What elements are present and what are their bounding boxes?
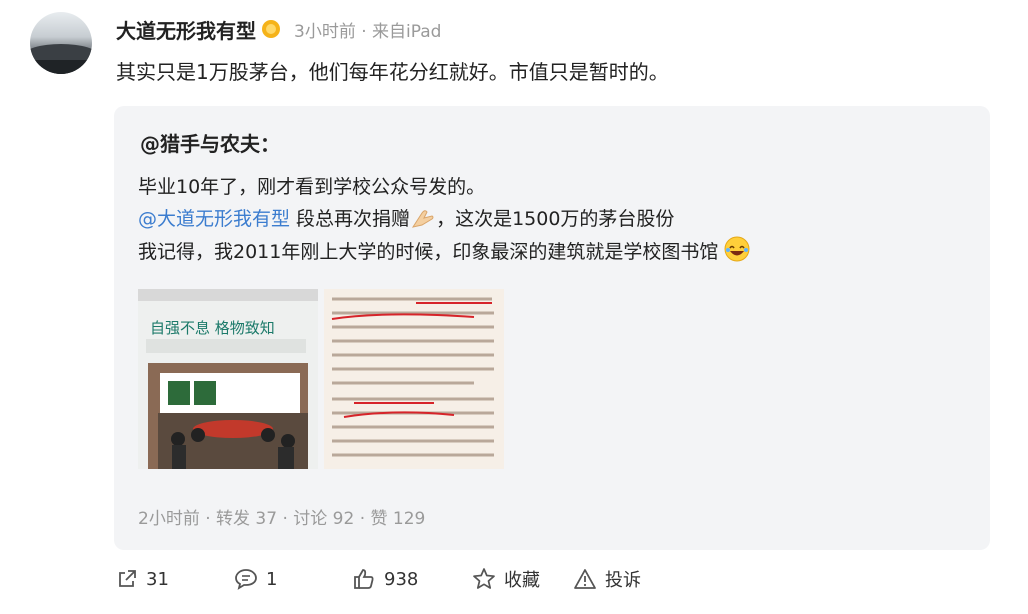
thumbs-up-icon (354, 569, 374, 589)
image-thumbnail-2[interactable] (324, 289, 504, 469)
post-header: 大道无形我有型 3小时前 · 来自iPad (116, 14, 441, 44)
repost-line-3: 我记得，我2011年刚上大学的时候，印象最深的建筑就是学校图书馆 (138, 236, 750, 267)
verified-badge-icon (262, 20, 280, 38)
repost-card[interactable]: @猎手与农夫： 毕业10年了，刚才看到学校公众号发的。 @大道无形我有型 段总再… (114, 106, 990, 550)
post-text: 其实只是1万股茅台，他们每年花分红就好。市值只是暂时的。 (116, 60, 669, 84)
avatar[interactable] (30, 12, 92, 74)
post-meta: 3小时前 · 来自iPad (294, 21, 442, 42)
warning-icon (574, 569, 596, 589)
star-icon (473, 568, 495, 589)
line2-tail: ，这次是1500万的茅台股份 (436, 208, 675, 230)
action-bar: 31 1 938 收藏 投诉 (116, 566, 671, 592)
comment-icon (235, 569, 257, 590)
mention-link[interactable]: @大道无形我有型 (138, 208, 290, 230)
laughing-emoji-icon (724, 236, 750, 267)
share-count: 31 (146, 568, 169, 590)
image-thumbnail-1[interactable]: 自强不息 格物致知 (138, 289, 318, 469)
share-button[interactable]: 31 (116, 568, 206, 590)
author-name[interactable]: 大道无形我有型 (116, 15, 256, 44)
comment-count: 1 (266, 568, 278, 590)
original-author[interactable]: @猎手与农夫： (140, 128, 280, 157)
comment-button[interactable]: 1 (234, 568, 324, 590)
line3-text: 我记得，我2011年刚上大学的时候，印象最深的建筑就是学校图书馆 (138, 241, 719, 263)
repost-stats: 2小时前 · 转发 37 · 讨论 92 · 赞 129 (138, 509, 426, 529)
favorite-label: 收藏 (504, 570, 540, 591)
favorite-button[interactable]: 收藏 (472, 566, 557, 592)
share-icon (119, 570, 136, 587)
repost-line-2: @大道无形我有型 段总再次捐赠 ，这次是1500万的茅台股份 (138, 204, 674, 234)
school-motto-text: 自强不息 格物致知 (150, 319, 275, 337)
like-button[interactable]: 938 (352, 568, 452, 590)
praying-hands-icon (410, 207, 436, 234)
like-count: 938 (384, 568, 419, 590)
line2-text: 段总再次捐赠 (290, 208, 411, 230)
report-button[interactable]: 投诉 (573, 566, 641, 592)
report-label: 投诉 (605, 570, 641, 591)
repost-line-1: 毕业10年了，刚才看到学校公众号发的。 (138, 176, 486, 198)
